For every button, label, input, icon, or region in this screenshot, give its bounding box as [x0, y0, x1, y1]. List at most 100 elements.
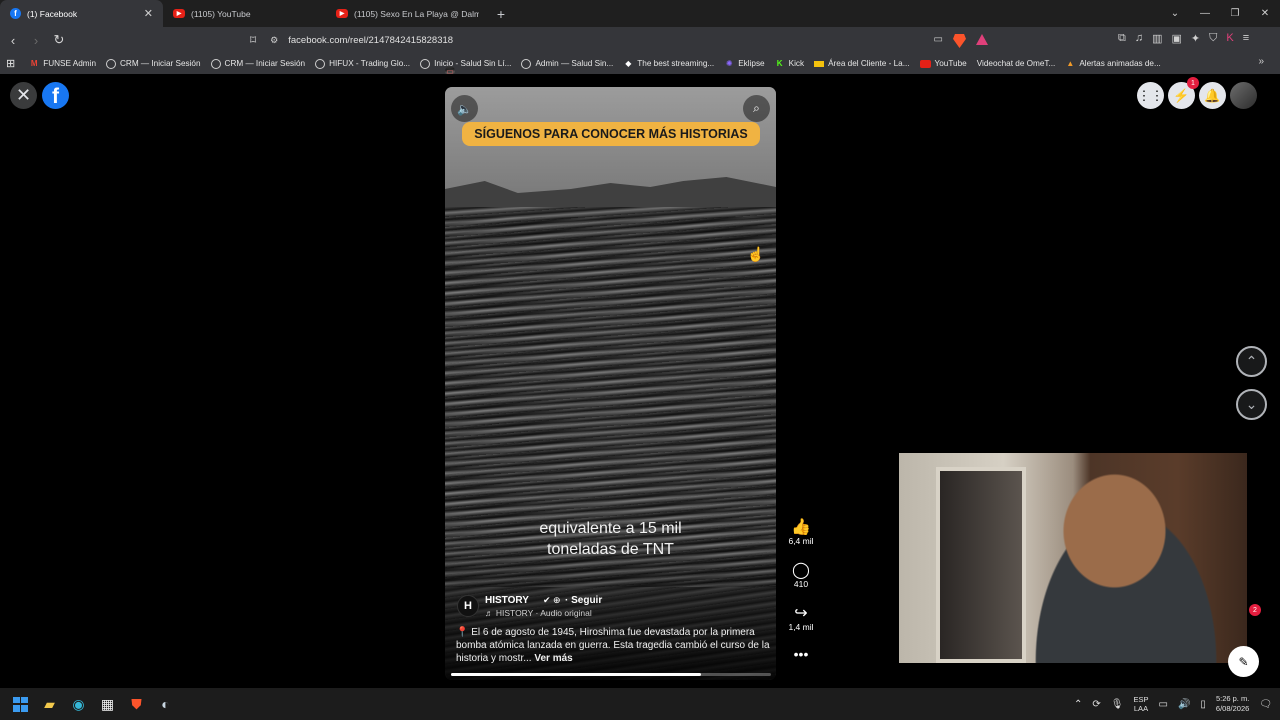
- flag-icon: [814, 60, 825, 67]
- windows-logo-icon: [13, 696, 28, 712]
- bookmark-alertas[interactable]: ▲ Alertas animadas de...: [1065, 59, 1160, 69]
- extensions-row: ⧉ ♫ ▥ ▣ ✦ ⛉ K ≡: [1118, 32, 1249, 45]
- bookmark-crm-1[interactable]: CRM — Iniciar Sesión: [106, 58, 201, 69]
- cast-icon[interactable]: ▭: [934, 34, 943, 48]
- tab-facebook[interactable]: f (1) Facebook ✕: [0, 0, 163, 27]
- next-reel-button[interactable]: ⌄: [1236, 389, 1267, 420]
- apps-icon[interactable]: ⊞: [6, 57, 15, 70]
- bookmark-funse-admin[interactable]: M FUNSE Admin: [29, 59, 96, 69]
- bookmark-salud-inicio[interactable]: Inicio - Salud Sin Lí...: [420, 58, 511, 69]
- sync-icon[interactable]: ⟳: [1092, 699, 1100, 710]
- more-options-button[interactable]: •••: [782, 646, 820, 662]
- new-tab-button[interactable]: +: [489, 6, 513, 22]
- youtube-icon: [919, 59, 931, 68]
- more-dots-icon: •••: [793, 646, 809, 662]
- volume-tray-icon[interactable]: 🔊: [1178, 699, 1190, 710]
- edge-icon[interactable]: ◉: [64, 688, 93, 720]
- gmail-icon: M: [30, 59, 38, 68]
- globe-icon: [106, 58, 116, 69]
- tray-overflow-icon[interactable]: ⌃: [1074, 699, 1082, 710]
- tab-search-icon[interactable]: ⌄: [1160, 8, 1190, 19]
- bookmark-label: Área del Cliente - La...: [828, 59, 910, 68]
- history-logo[interactable]: H: [457, 595, 479, 617]
- close-window-button[interactable]: ✕: [1250, 8, 1280, 19]
- new-message-icon[interactable]: ✎: [1228, 646, 1259, 677]
- globe-icon: [315, 58, 326, 69]
- audio-label[interactable]: ♬ HISTORY · Audio original: [485, 608, 592, 618]
- bookmark-kick[interactable]: K Kick: [775, 59, 804, 69]
- messenger-icon[interactable]: ⚡ 1: [1168, 77, 1199, 109]
- reel-video[interactable]: 🔈 ⌕ SÍGUENOS PARA CONOCER MÁS HISTORIAS …: [445, 87, 776, 680]
- bookmark-hifux[interactable]: HIFUX - Trading Glo...: [315, 58, 410, 69]
- extensions-icon[interactable]: ⧉: [1118, 32, 1126, 45]
- extension-k-icon[interactable]: K: [1226, 32, 1233, 45]
- diamond-icon: ◆: [625, 59, 632, 68]
- brave-taskbar-icon[interactable]: ⛊: [122, 688, 151, 720]
- bookmark-streaming[interactable]: ◆ The best streaming...: [623, 59, 714, 69]
- bookmark-eklipse[interactable]: ✺ Eklipse: [724, 59, 765, 69]
- youtube-favicon-icon: ▶: [173, 9, 185, 18]
- battery-icon[interactable]: ▯: [1200, 699, 1206, 710]
- file-explorer-icon[interactable]: ▰: [35, 688, 64, 720]
- back-button[interactable]: ‹: [3, 33, 23, 48]
- language-indicator[interactable]: ESP LAA: [1133, 695, 1148, 713]
- previous-reel-button[interactable]: ⌃: [1236, 346, 1267, 377]
- video-progress-bar[interactable]: [451, 673, 771, 676]
- globe-icon: [210, 58, 221, 69]
- site-info-icon[interactable]: ⚙: [270, 35, 278, 46]
- bookmark-area-cliente[interactable]: Área del Cliente - La...: [814, 59, 910, 68]
- forward-button[interactable]: ›: [26, 33, 46, 48]
- share-icon: ↪: [794, 605, 808, 622]
- bookmark-videochat[interactable]: ▭ Videochat de OmeT...: [445, 59, 1055, 76]
- like-button[interactable]: 👍 6,4 mil: [782, 517, 820, 546]
- notification-center-icon[interactable]: 🗨: [1259, 699, 1272, 710]
- see-more-link[interactable]: Ver más: [534, 653, 572, 664]
- close-tab-icon[interactable]: ✕: [144, 7, 153, 20]
- profile-avatar[interactable]: [1230, 82, 1257, 109]
- volume-icon[interactable]: 🔈: [451, 95, 478, 122]
- tab-youtube[interactable]: ▶ (1105) YouTube: [163, 0, 326, 27]
- comment-icon: ◯: [792, 562, 810, 579]
- media-icon[interactable]: ♫: [1135, 32, 1143, 45]
- follow-button[interactable]: · Seguir: [565, 595, 602, 606]
- close-reel-button[interactable]: ✕: [10, 82, 37, 109]
- facebook-logo-icon[interactable]: f: [42, 82, 69, 109]
- wallet-icon[interactable]: ▣: [1172, 32, 1182, 45]
- bookmarks-bar: ⊞ M FUNSE Admin CRM — Iniciar Sesión CRM …: [0, 53, 1280, 76]
- url-text[interactable]: facebook.com/reel/2147842415828318: [288, 35, 453, 46]
- address-bar[interactable]: ⌑ ⚙ facebook.com/reel/2147842415828318 ▭: [250, 29, 1000, 51]
- notifications-bell-icon[interactable]: 🔔: [1199, 82, 1226, 109]
- brave-shields-icon[interactable]: [953, 34, 966, 48]
- tab-youtube-video[interactable]: ▶ (1105) Sexo En La Playa @ Dalmata -: [326, 0, 489, 27]
- search-icon[interactable]: ⌕: [743, 95, 770, 122]
- start-button[interactable]: [6, 688, 35, 720]
- maximize-button[interactable]: ❐: [1220, 8, 1250, 19]
- minimize-button[interactable]: —: [1190, 8, 1220, 19]
- store-icon[interactable]: ▦: [93, 688, 122, 720]
- bookmark-icon[interactable]: ⌑: [250, 33, 256, 47]
- network-icon[interactable]: ▭: [1159, 699, 1168, 710]
- steam-icon[interactable]: ◐: [151, 688, 180, 720]
- reel-navigation: ⌃ ⌄: [1236, 346, 1267, 432]
- chat-badge: 2: [1249, 604, 1261, 616]
- clock[interactable]: 5:26 p. m. 6/08/2026: [1216, 694, 1249, 714]
- microphone-icon[interactable]: 🎙: [1111, 699, 1124, 710]
- vpn-icon[interactable]: ⛉: [1209, 32, 1217, 45]
- leo-icon[interactable]: ✦: [1191, 32, 1200, 45]
- browser-tab-strip: f (1) Facebook ✕ ▶ (1105) YouTube ▶ (110…: [0, 0, 1280, 27]
- share-button[interactable]: ↪ 1,4 mil: [782, 603, 820, 632]
- menu-grid-icon[interactable]: ⋮⋮: [1137, 82, 1164, 109]
- alert-icon: ▲: [1066, 59, 1075, 68]
- comment-button[interactable]: ◯ 410: [782, 560, 820, 589]
- more-bookmarks-icon[interactable]: »: [1258, 56, 1264, 67]
- reload-button[interactable]: ↻: [49, 32, 69, 48]
- tab-title: (1) Facebook: [27, 8, 78, 19]
- verified-icon: ✔ ⊕: [543, 595, 561, 605]
- bookmark-crm-2[interactable]: CRM — Iniciar Sesión: [210, 58, 305, 69]
- sidebar-icon[interactable]: ▥: [1152, 32, 1162, 45]
- bookmark-salud-admin[interactable]: Admin — Salud Sin...: [521, 58, 613, 69]
- author-name[interactable]: HISTORY: [485, 595, 529, 606]
- bookmark-youtube[interactable]: YouTube: [919, 59, 967, 68]
- menu-icon[interactable]: ≡: [1243, 32, 1249, 45]
- brave-rewards-icon[interactable]: [976, 34, 988, 45]
